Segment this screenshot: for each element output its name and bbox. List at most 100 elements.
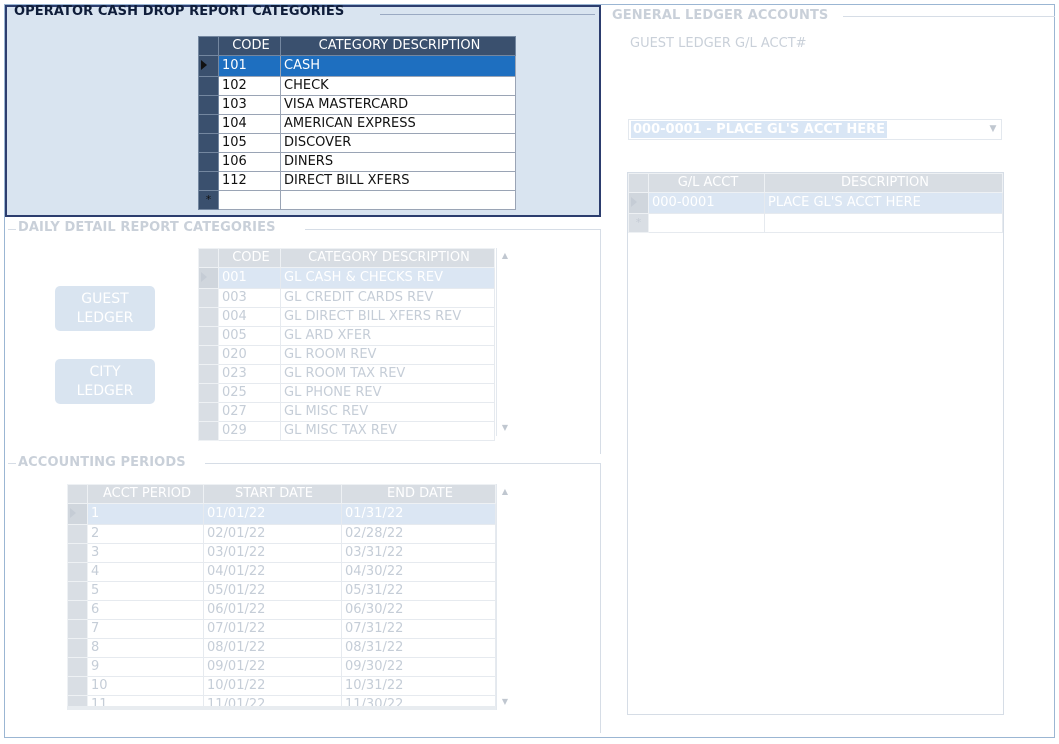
- cell-description[interactable]: DISCOVER: [280, 133, 516, 153]
- cell-code[interactable]: [218, 190, 281, 210]
- table-row[interactable]: 8 08/01/22 08/31/22: [67, 638, 496, 658]
- cell-code[interactable]: 103: [218, 95, 281, 115]
- table-row[interactable]: 020 GL ROOM REV: [198, 345, 495, 365]
- table-row[interactable]: 10 10/01/22 10/31/22: [67, 676, 496, 696]
- table-row[interactable]: 000-0001 PLACE GL'S ACCT HERE: [628, 192, 1003, 214]
- cell-start[interactable]: 01/01/22: [203, 503, 342, 525]
- cell-start[interactable]: 04/01/22: [203, 562, 342, 582]
- row-selector[interactable]: [67, 619, 88, 639]
- cell-acct[interactable]: [648, 213, 765, 233]
- cell-end[interactable]: 04/30/22: [341, 562, 496, 582]
- column-header-gl-acct[interactable]: G/L ACCT: [648, 173, 765, 193]
- cell-end[interactable]: 07/31/22: [341, 619, 496, 639]
- cell-code[interactable]: 023: [218, 364, 281, 384]
- cell-description[interactable]: GL ROOM REV: [280, 345, 495, 365]
- guest-ledger-gl-acct-select[interactable]: 000-0001 - PLACE GL'S ACCT HERE ▼: [628, 119, 1002, 140]
- accounting-periods-scrollbar[interactable]: ▲ ▼: [496, 484, 513, 710]
- cell-period[interactable]: 5: [87, 581, 204, 601]
- cell-description[interactable]: VISA MASTERCARD: [280, 95, 516, 115]
- row-selector[interactable]: [198, 421, 219, 441]
- cell-description[interactable]: GL CASH & CHECKS REV: [280, 267, 495, 289]
- table-row[interactable]: 023 GL ROOM TAX REV: [198, 364, 495, 384]
- cell-period[interactable]: 4: [87, 562, 204, 582]
- daily-detail-grid[interactable]: CODE CATEGORY DESCRIPTION 001 GL CASH & C…: [198, 248, 495, 441]
- table-row[interactable]: 106 DINERS: [198, 152, 516, 172]
- table-row[interactable]: 004 GL DIRECT BILL XFERS REV: [198, 307, 495, 327]
- table-row[interactable]: 7 07/01/22 07/31/22: [67, 619, 496, 639]
- cell-description[interactable]: [764, 213, 1003, 233]
- operator-cash-drop-grid[interactable]: CODE CATEGORY DESCRIPTION 101 CASH 102 CHEC…: [198, 36, 516, 210]
- cell-code[interactable]: 104: [218, 114, 281, 134]
- cell-description[interactable]: AMERICAN EXPRESS: [280, 114, 516, 134]
- scroll-up-icon[interactable]: ▲: [497, 484, 513, 500]
- row-selector[interactable]: [198, 55, 219, 77]
- cell-description[interactable]: GL CREDIT CARDS REV: [280, 288, 495, 308]
- cell-description[interactable]: CASH: [280, 55, 516, 77]
- column-header-code[interactable]: CODE: [218, 36, 281, 56]
- cell-code[interactable]: 029: [218, 421, 281, 441]
- guest-ledger-button[interactable]: GUEST LEDGER: [55, 286, 155, 331]
- row-selector[interactable]: *: [198, 190, 219, 210]
- row-selector[interactable]: [198, 364, 219, 384]
- row-selector[interactable]: [198, 402, 219, 422]
- row-selector[interactable]: [67, 676, 88, 696]
- cell-period[interactable]: 3: [87, 543, 204, 563]
- cell-description[interactable]: DIRECT BILL XFERS: [280, 171, 516, 191]
- row-selector[interactable]: [198, 114, 219, 134]
- new-row[interactable]: *: [198, 190, 516, 210]
- chevron-down-icon[interactable]: ▼: [987, 124, 999, 134]
- cell-period[interactable]: 10: [87, 676, 204, 696]
- row-selector[interactable]: [198, 383, 219, 403]
- row-selector[interactable]: [198, 288, 219, 308]
- cell-code[interactable]: 106: [218, 152, 281, 172]
- daily-detail-scrollbar[interactable]: ▲ ▼: [496, 248, 513, 436]
- cell-code[interactable]: 025: [218, 383, 281, 403]
- row-selector[interactable]: [67, 638, 88, 658]
- cell-start[interactable]: 08/01/22: [203, 638, 342, 658]
- cell-period[interactable]: 6: [87, 600, 204, 620]
- cell-start[interactable]: 10/01/22: [203, 676, 342, 696]
- table-row[interactable]: 029 GL MISC TAX REV: [198, 421, 495, 441]
- table-row[interactable]: 104 AMERICAN EXPRESS: [198, 114, 516, 134]
- cell-code[interactable]: 004: [218, 307, 281, 327]
- table-row[interactable]: 2 02/01/22 02/28/22: [67, 524, 496, 544]
- cell-code[interactable]: 020: [218, 345, 281, 365]
- table-row[interactable]: 102 CHECK: [198, 76, 516, 96]
- cell-description[interactable]: CHECK: [280, 76, 516, 96]
- column-header-description[interactable]: DESCRIPTION: [764, 173, 1003, 193]
- cell-code[interactable]: 001: [218, 267, 281, 289]
- city-ledger-button[interactable]: CITY LEDGER: [55, 359, 155, 404]
- cell-period[interactable]: 8: [87, 638, 204, 658]
- cell-start[interactable]: 03/01/22: [203, 543, 342, 563]
- cell-start[interactable]: 02/01/22: [203, 524, 342, 544]
- scroll-up-icon[interactable]: ▲: [497, 248, 513, 264]
- row-selector[interactable]: [198, 133, 219, 153]
- cell-end[interactable]: 06/30/22: [341, 600, 496, 620]
- cell-start[interactable]: 09/01/22: [203, 657, 342, 677]
- cell-end[interactable]: 02/28/22: [341, 524, 496, 544]
- cell-period[interactable]: 2: [87, 524, 204, 544]
- row-selector[interactable]: *: [628, 213, 649, 233]
- cell-description[interactable]: GL ARD XFER: [280, 326, 495, 346]
- row-selector[interactable]: [198, 76, 219, 96]
- table-row[interactable]: 103 VISA MASTERCARD: [198, 95, 516, 115]
- row-selector[interactable]: [67, 503, 88, 525]
- cell-description[interactable]: [280, 190, 516, 210]
- row-selector[interactable]: [67, 657, 88, 677]
- cell-code[interactable]: 027: [218, 402, 281, 422]
- cell-start[interactable]: 06/01/22: [203, 600, 342, 620]
- cell-code[interactable]: 005: [218, 326, 281, 346]
- table-row[interactable]: 005 GL ARD XFER: [198, 326, 495, 346]
- cell-description[interactable]: GL ROOM TAX REV: [280, 364, 495, 384]
- cell-description[interactable]: GL MISC TAX REV: [280, 421, 495, 441]
- cell-code[interactable]: 112: [218, 171, 281, 191]
- cell-period[interactable]: 7: [87, 619, 204, 639]
- cell-end[interactable]: 09/30/22: [341, 657, 496, 677]
- cell-acct[interactable]: 000-0001: [648, 192, 765, 214]
- cell-description[interactable]: DINERS: [280, 152, 516, 172]
- cell-period[interactable]: 1: [87, 503, 204, 525]
- cell-description[interactable]: GL MISC REV: [280, 402, 495, 422]
- table-row[interactable]: 4 04/01/22 04/30/22: [67, 562, 496, 582]
- scroll-down-icon[interactable]: ▼: [497, 420, 513, 436]
- cell-end[interactable]: 10/31/22: [341, 676, 496, 696]
